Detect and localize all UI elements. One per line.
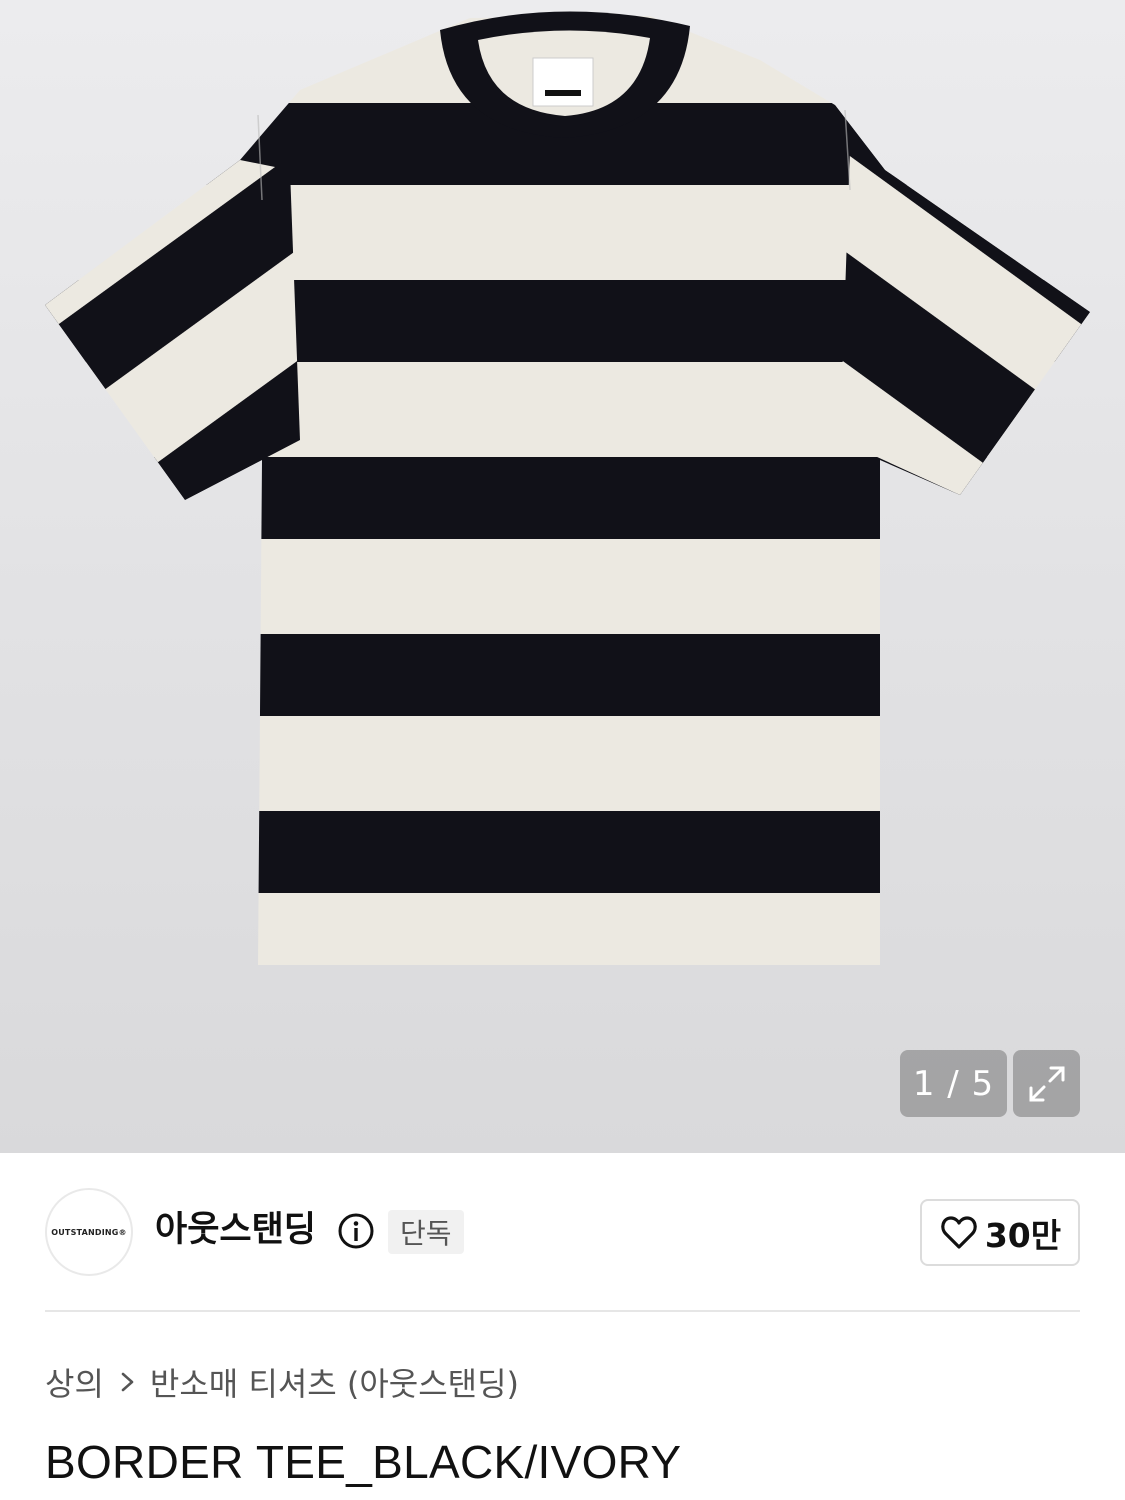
brand-logo-text: OUTSTANDING® <box>51 1227 127 1237</box>
heart-icon <box>941 1215 977 1249</box>
image-counter: 1 / 5 <box>900 1050 1007 1117</box>
product-image-gallery[interactable]: 1 / 5 <box>0 0 1125 1153</box>
brand-row: OUTSTANDING® 아웃스탠딩 단독 30만 <box>45 1188 1080 1276</box>
brand-name[interactable]: 아웃스탠딩 <box>155 1208 316 1252</box>
product-title: BORDER TEE_BLACK/IVORY <box>45 1436 682 1488</box>
breadcrumb-item-category[interactable]: 상의 <box>45 1359 104 1405</box>
info-icon[interactable] <box>337 1212 375 1250</box>
expand-button[interactable] <box>1013 1050 1080 1117</box>
like-button[interactable]: 30만 <box>920 1199 1080 1266</box>
divider <box>45 1310 1080 1312</box>
chevron-right-icon <box>120 1371 136 1393</box>
exclusive-badge: 단독 <box>388 1210 464 1254</box>
expand-icon <box>1029 1066 1064 1101</box>
like-count: 30만 <box>984 1215 1062 1255</box>
brand-logo[interactable]: OUTSTANDING® <box>45 1188 133 1276</box>
breadcrumb: 상의 반소매 티셔츠 (아웃스탠딩) <box>45 1360 519 1404</box>
product-image[interactable] <box>0 0 1125 1153</box>
breadcrumb-item-subcategory[interactable]: 반소매 티셔츠 (아웃스탠딩) <box>150 1359 519 1405</box>
